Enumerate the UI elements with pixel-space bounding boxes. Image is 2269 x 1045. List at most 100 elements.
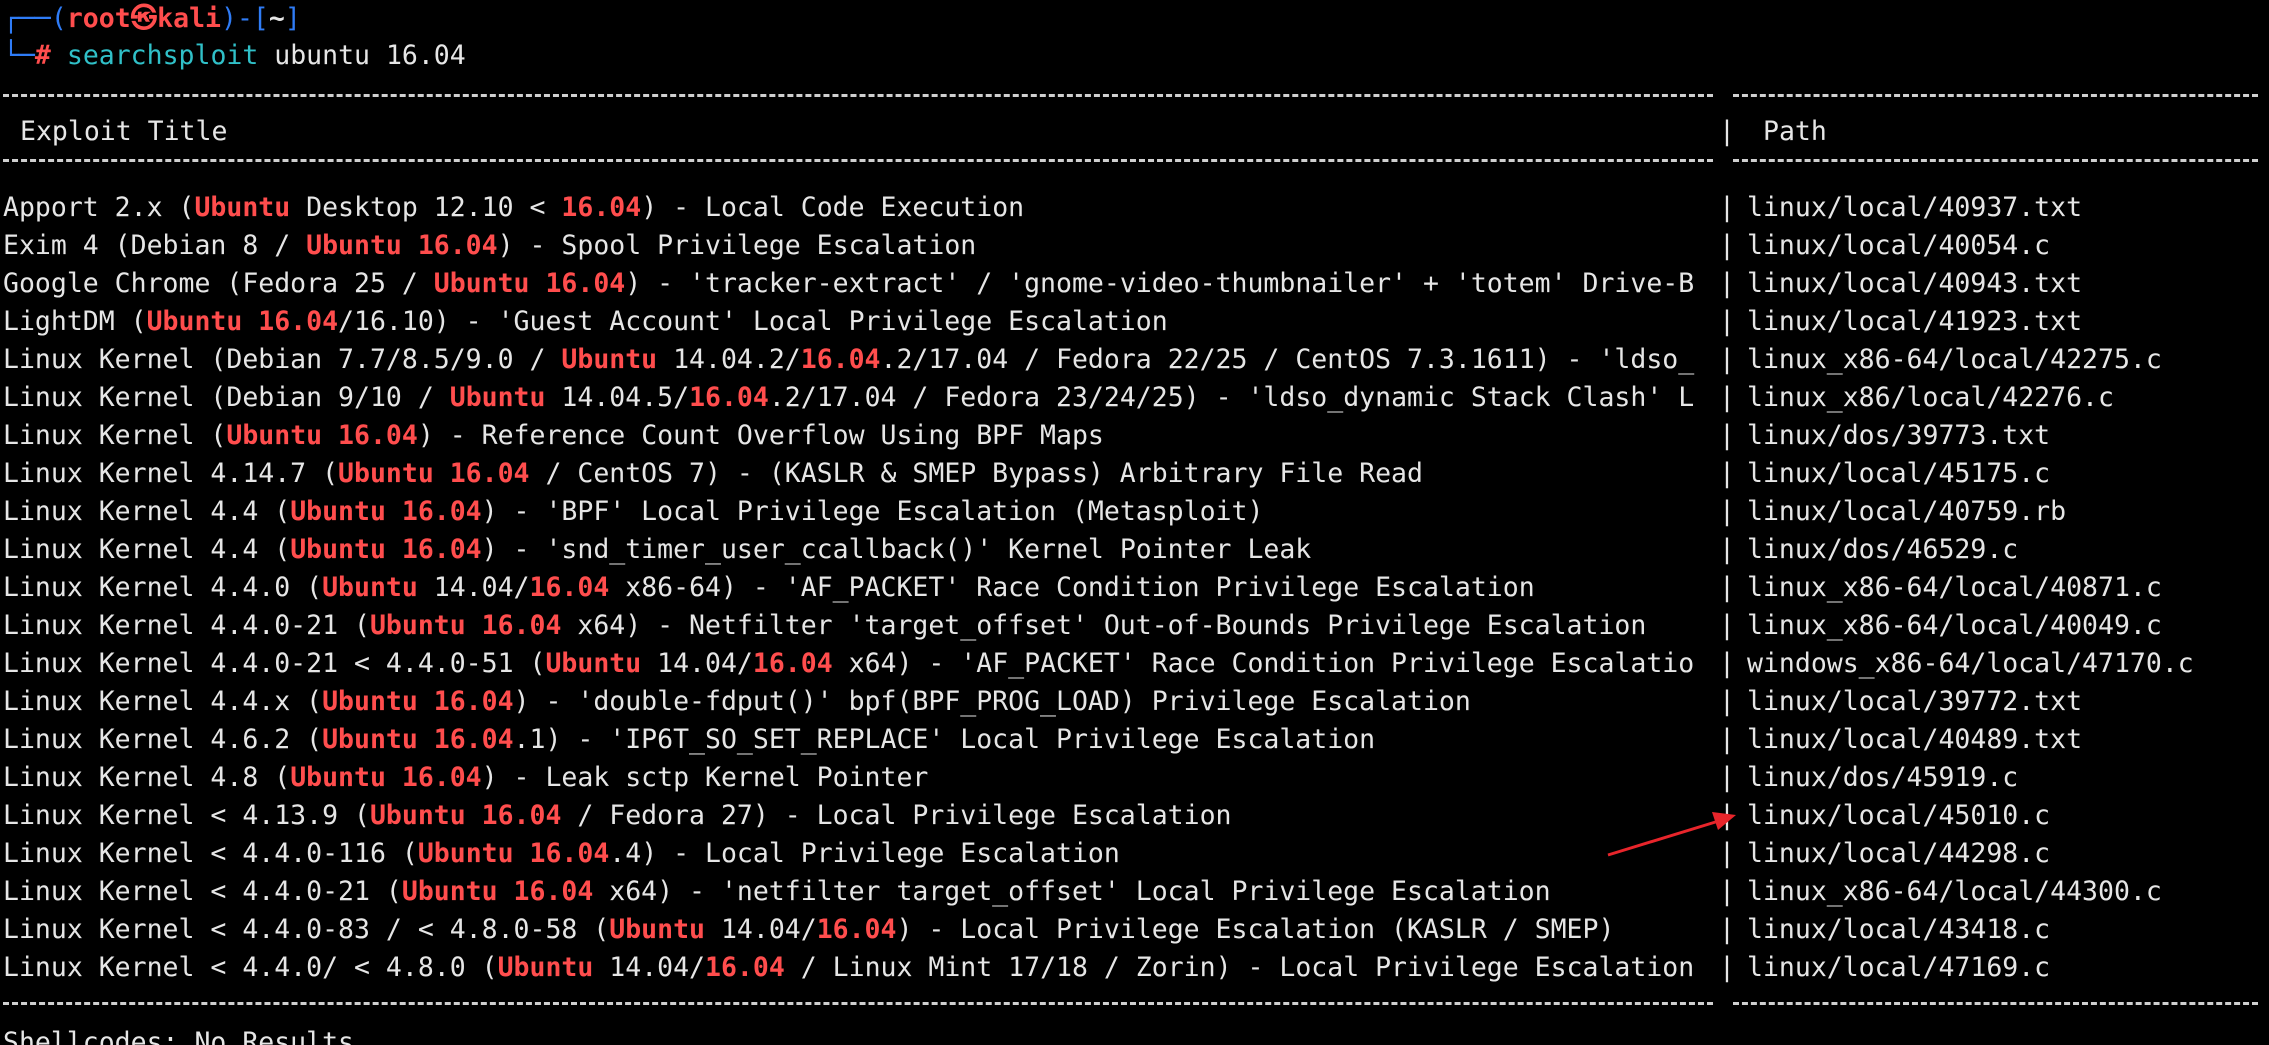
exploit-title: Apport 2.x (Ubuntu Desktop 12.10 < 16.04… [3,189,1703,227]
prompt-line-command[interactable]: └─# searchsploit ubuntu 16.04 [3,37,466,75]
column-separator: | [1719,230,1735,261]
exploit-title: Linux Kernel 4.4 (Ubuntu 16.04) - 'snd_t… [3,531,1703,569]
column-separator: | [1719,420,1735,451]
exploit-path: linux_x86/local/42276.c [1747,382,2114,413]
exploit-path: linux_x86-64/local/42275.c [1747,344,2162,375]
column-separator: | [1719,534,1735,565]
title-text: / Linux Mint 17/18 / Zorin) - Local Priv… [784,952,1695,983]
search-match-highlight: 16.04 [561,192,642,223]
search-match-highlight: 16.04 [816,914,897,945]
title-text: Linux Kernel (Debian 7.7/8.5/9.0 / [3,344,562,375]
column-header-path: Path [1763,116,1827,147]
search-match-highlight: Ubuntu [609,914,705,945]
title-text: 14.04/ [705,914,817,945]
search-match-highlight: Ubuntu 16.04 [290,534,482,565]
divider-right [1733,159,2258,162]
exploit-path: linux/local/40054.c [1747,230,2051,261]
search-match-highlight: Ubuntu [449,382,546,413]
exploit-path: linux/local/45010.c [1747,800,2051,831]
exploit-title: Linux Kernel < 4.4.0-83 / < 4.8.0-58 (Ub… [3,911,1703,949]
exploit-title: Linux Kernel 4.14.7 (Ubuntu 16.04 / Cent… [3,455,1703,493]
title-text: Linux Kernel 4.4 ( [3,496,291,527]
results-table-body: Apport 2.x (Ubuntu Desktop 12.10 < 16.04… [0,189,2269,987]
column-separator: | [1719,838,1735,869]
title-text: Linux Kernel 4.6.2 ( [3,724,323,755]
table-row: Linux Kernel 4.4.0 (Ubuntu 14.04/16.04 x… [0,569,2269,607]
terminal-window[interactable]: ┌──(root㉿kali)-[~] └─# searchsploit ubun… [0,0,2269,1045]
title-text: ) - Reference Count Overflow Using BPF M… [417,420,1104,451]
column-separator: | [1719,876,1735,907]
title-text: 14.04/ [593,952,706,983]
exploit-path: windows_x86-64/local/47170.c [1747,648,2194,679]
table-row: Linux Kernel (Debian 7.7/8.5/9.0 / Ubunt… [0,341,2269,379]
title-text: Linux Kernel (Debian 9/10 / [3,382,450,413]
exploit-path: linux/local/40937.txt [1747,192,2083,223]
exploit-title: Linux Kernel 4.6.2 (Ubuntu 16.04.1) - 'I… [3,721,1703,759]
divider-right [1733,94,2258,97]
prompt-corner-bottom: └─ [3,40,35,71]
title-text: Linux Kernel 4.8 ( [3,762,291,793]
exploit-path: linux/local/44298.c [1747,838,2051,869]
column-separator: | [1719,686,1735,717]
command-name: searchsploit [66,40,259,71]
search-match-highlight: Ubuntu 16.04 [401,876,594,907]
exploit-path: linux/local/40759.rb [1747,496,2067,527]
exploit-path: linux/dos/39773.txt [1747,420,2051,451]
column-separator: | [1719,306,1735,337]
shellcodes-status: Shellcodes: No Results [3,1027,354,1045]
title-text: /16.10) - 'Guest Account' Local Privileg… [338,306,1168,337]
search-match-highlight: Ubuntu 16.04 [290,762,482,793]
prompt-close-bracket: ] [284,3,301,34]
title-text: Apport 2.x ( [3,192,195,223]
search-match-highlight: Ubuntu 16.04 [369,610,562,641]
table-row: Linux Kernel 4.6.2 (Ubuntu 16.04.1) - 'I… [0,721,2269,759]
title-text: 14.04.5/ [545,382,690,413]
title-text: 14.04.2/ [657,344,801,375]
column-separator: | [1719,192,1735,223]
column-separator: | [1719,458,1735,489]
search-match-highlight: Ubuntu 16.04 [338,458,530,489]
exploit-title: Linux Kernel 4.4.0-21 (Ubuntu 16.04 x64)… [3,607,1703,645]
column-separator: | [1719,648,1735,679]
table-row: Google Chrome (Fedora 25 / Ubuntu 16.04)… [0,265,2269,303]
search-match-highlight: 16.04 [529,572,610,603]
search-match-highlight: Ubuntu 16.04 [417,838,610,869]
exploit-title: Linux Kernel < 4.4.0/ < 4.8.0 (Ubuntu 14… [3,949,1703,987]
column-separator: | [1719,952,1735,983]
title-text: / Fedora 27) - Local Privilege Escalatio… [561,800,1232,831]
title-text: / CentOS 7) - (KASLR & SMEP Bypass) Arbi… [529,458,1423,489]
title-text: Linux Kernel 4.4.0-21 < 4.4.0-51 ( [3,648,546,679]
title-text: .2/17.04 / Fedora 22/25 / CentOS 7.3.161… [880,344,1695,375]
title-text: Linux Kernel 4.4.x ( [3,686,323,717]
table-row: Linux Kernel 4.4 (Ubuntu 16.04) - 'BPF' … [0,493,2269,531]
exploit-path: linux/dos/45919.c [1747,762,2019,793]
divider-right [1733,1002,2258,1005]
command-args: ubuntu 16.04 [258,40,466,71]
title-text: Linux Kernel < 4.4.0-83 / < 4.8.0-58 ( [3,914,610,945]
divider-left [3,1002,1713,1005]
table-row: Linux Kernel < 4.13.9 (Ubuntu 16.04 / Fe… [0,797,2269,835]
exploit-title: Exim 4 (Debian 8 / Ubuntu 16.04) - Spool… [3,227,1703,265]
column-separator: | [1719,496,1735,527]
title-text: 14.04/ [641,648,753,679]
title-text: Linux Kernel < 4.4.0-116 ( [3,838,418,869]
column-separator: | [1719,762,1735,793]
search-match-highlight: Ubuntu [545,648,642,679]
search-match-highlight: Ubuntu 16.04 [433,268,626,299]
prompt-user: root [66,3,131,34]
exploit-title: Linux Kernel 4.4.0-21 < 4.4.0-51 (Ubuntu… [3,645,1703,683]
title-text: .4) - Local Privilege Escalation [609,838,1120,869]
prompt-at-symbol: ㉿ [130,3,158,34]
table-row: Linux Kernel 4.8 (Ubuntu 16.04) - Leak s… [0,759,2269,797]
title-text: ) - 'BPF' Local Privilege Escalation (Me… [481,496,1264,527]
column-separator: | [1719,116,1735,147]
column-header-exploit-title: Exploit Title [20,116,228,147]
title-text: Linux Kernel < 4.4.0/ < 4.8.0 ( [3,952,498,983]
title-text: Linux Kernel 4.4.0 ( [3,572,323,603]
search-match-highlight: 16.04 [705,952,785,983]
divider-left [3,159,1713,162]
prompt-hash: # [34,40,51,71]
search-match-highlight: Ubuntu 16.04 [322,686,514,717]
title-text: x86-64) - 'AF_PACKET' Race Condition Pri… [609,572,1535,603]
title-text: ) - Local Code Execution [641,192,1025,223]
